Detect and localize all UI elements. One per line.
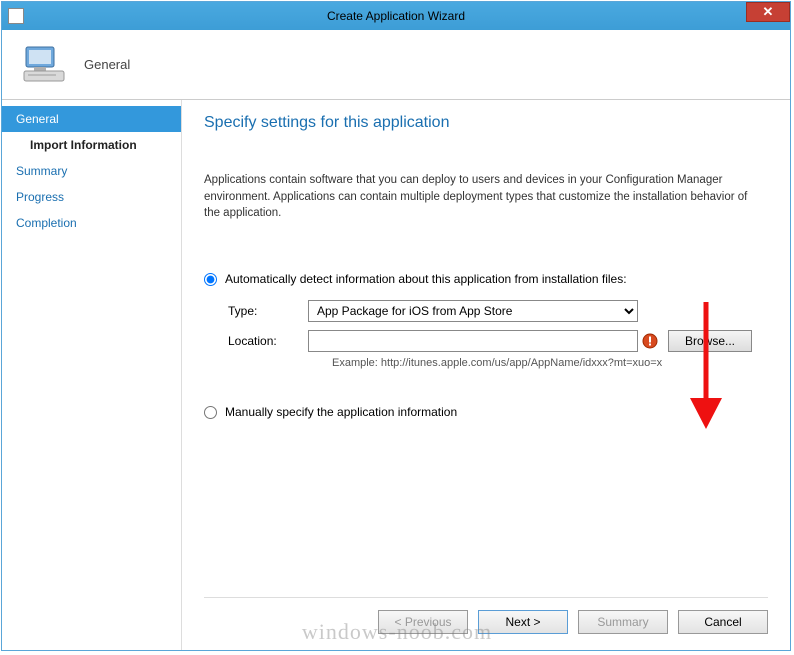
type-label: Type: [228,304,308,318]
sidebar-item-completion[interactable]: Completion [2,210,181,236]
computer-icon [20,41,68,89]
error-icon [642,333,658,349]
window-title: Create Application Wizard [327,9,465,23]
radio-auto-detect-label: Automatically detect information about t… [225,272,627,286]
sidebar: General Import Information Summary Progr… [2,100,182,650]
browse-button[interactable]: Browse... [668,330,752,352]
summary-button: Summary [578,610,668,634]
header-title: General [84,57,130,72]
location-example: Example: http://itunes.apple.com/us/app/… [332,357,768,369]
close-button[interactable]: ✕ [746,2,790,22]
page-heading: Specify settings for this application [204,114,768,132]
location-input[interactable] [308,330,638,352]
type-select[interactable]: App Package for iOS from App Store [308,300,638,322]
radio-auto-detect[interactable]: Automatically detect information about t… [204,272,768,286]
wizard-header: General [2,30,790,100]
next-button[interactable]: Next > [478,610,568,634]
titlebar: Create Application Wizard ✕ [2,2,790,30]
wizard-body: General Import Information Summary Progr… [2,100,790,650]
divider [204,597,768,598]
auto-detect-form: Type: App Package for iOS from App Store… [228,300,768,369]
wizard-window: Create Application Wizard ✕ General Gene… [1,1,791,651]
sidebar-item-summary[interactable]: Summary [2,158,181,184]
radio-manual[interactable]: Manually specify the application informa… [204,405,768,419]
location-label: Location: [228,334,308,348]
sidebar-item-progress[interactable]: Progress [2,184,181,210]
radio-manual-label: Manually specify the application informa… [225,405,457,419]
radio-auto-detect-input[interactable] [204,273,217,286]
sidebar-item-import-information[interactable]: Import Information [2,132,181,158]
cancel-button[interactable]: Cancel [678,610,768,634]
main-panel: Specify settings for this application Ap… [182,100,790,650]
radio-manual-input[interactable] [204,406,217,419]
page-description: Applications contain software that you c… [204,172,768,222]
sidebar-item-general[interactable]: General [2,106,181,132]
previous-button: < Previous [378,610,468,634]
wizard-buttons: < Previous Next > Summary Cancel [378,610,768,634]
app-icon [8,8,24,24]
